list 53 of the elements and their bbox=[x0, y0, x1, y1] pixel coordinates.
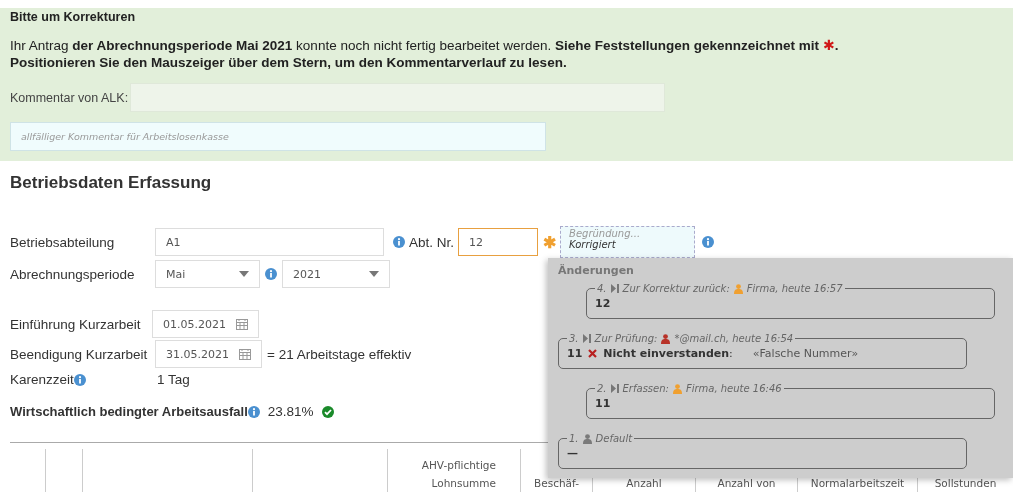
year-select[interactable]: 2021 bbox=[282, 260, 390, 288]
cross-icon bbox=[588, 349, 598, 358]
verdict-text: Nicht einverstanden: bbox=[603, 347, 733, 360]
month-select[interactable]: Mai bbox=[155, 260, 260, 288]
person-icon bbox=[661, 333, 671, 344]
person-icon bbox=[672, 383, 682, 394]
step-icon bbox=[610, 284, 619, 293]
workdays-note: = 21 Arbeitstage effektiv bbox=[267, 346, 412, 362]
field-label: Abt. Nr. bbox=[409, 234, 454, 250]
reason-field[interactable]: Begründung... Korrigiert bbox=[560, 226, 695, 258]
department-input[interactable]: A1 bbox=[155, 228, 384, 256]
entry-value: 11 bbox=[595, 397, 611, 410]
field-label: Betriebsabteilung bbox=[10, 234, 116, 250]
entry-value: — bbox=[567, 447, 578, 460]
info-icon[interactable] bbox=[393, 236, 405, 248]
entry-value: 12 bbox=[595, 297, 611, 310]
calendar-icon[interactable] bbox=[236, 318, 248, 330]
field-label: Karenzzeit bbox=[10, 372, 74, 387]
waiting-value: 1 Tag bbox=[157, 372, 190, 387]
person-icon bbox=[733, 283, 743, 294]
info-icon[interactable] bbox=[247, 405, 260, 418]
popup-title: Änderungen bbox=[558, 264, 635, 277]
field-label: Beendigung Kurzarbeit bbox=[10, 346, 149, 362]
caret-icon bbox=[369, 271, 379, 277]
number-input[interactable]: 12 bbox=[458, 228, 538, 256]
calendar-icon[interactable] bbox=[239, 348, 251, 360]
step-icon bbox=[582, 334, 591, 343]
check-icon bbox=[321, 405, 334, 418]
entry-header: 3. Zur Prüfung: *@mail.ch, heute 16:54 bbox=[568, 333, 795, 344]
date-input[interactable]: 01.05.2021 bbox=[152, 310, 259, 338]
section-title: Betriebsdaten Erfassung bbox=[10, 173, 213, 193]
date-input[interactable]: 31.05.2021 bbox=[155, 340, 262, 368]
info-icon[interactable] bbox=[265, 268, 277, 280]
loss-value: 23.81% bbox=[267, 404, 314, 419]
field-label: Wirtschaftlich bedingter Arbeitsausfall bbox=[10, 404, 248, 419]
entry-header: 2. Erfassen: Firma, heute 16:46 bbox=[596, 383, 783, 394]
notice-hint: Positionieren Sie den Mauszeiger über dem Stern, um den Kommentarverlauf zu lesen. bbox=[10, 54, 568, 71]
comment-label: Kommentar von ALK: bbox=[10, 90, 129, 105]
entry-header: 4. Zur Korrektur zurück: Firma, heute 16:57 bbox=[596, 283, 844, 294]
field-label: Abrechnungsperiode bbox=[10, 266, 136, 282]
caret-icon bbox=[239, 271, 249, 277]
step-icon bbox=[610, 384, 619, 393]
entry-value: 11 bbox=[567, 347, 583, 360]
column-header: AHV-pflichtige Lohnsumme bbox=[387, 449, 520, 492]
info-icon[interactable] bbox=[702, 236, 714, 248]
entry-header: 1. Default bbox=[568, 433, 634, 444]
info-icon[interactable] bbox=[73, 373, 86, 386]
verdict-comment: «Falsche Nummer» bbox=[752, 347, 859, 360]
person-icon bbox=[582, 433, 592, 444]
comment-input[interactable]: allfälliger Kommentar für Arbeitslosenkasse bbox=[10, 122, 546, 151]
notice-message: Ihr Antrag der Abrechnungsperiode Mai 2021 konnte noch nicht fertig bearbeitet werden. Siehe Feststellungen gekennzeichnet mit ✱. bbox=[10, 37, 840, 54]
notice-title: Bitte um Korrekturen bbox=[10, 10, 137, 24]
field-label: Einführung Kurzarbeit bbox=[10, 316, 142, 332]
